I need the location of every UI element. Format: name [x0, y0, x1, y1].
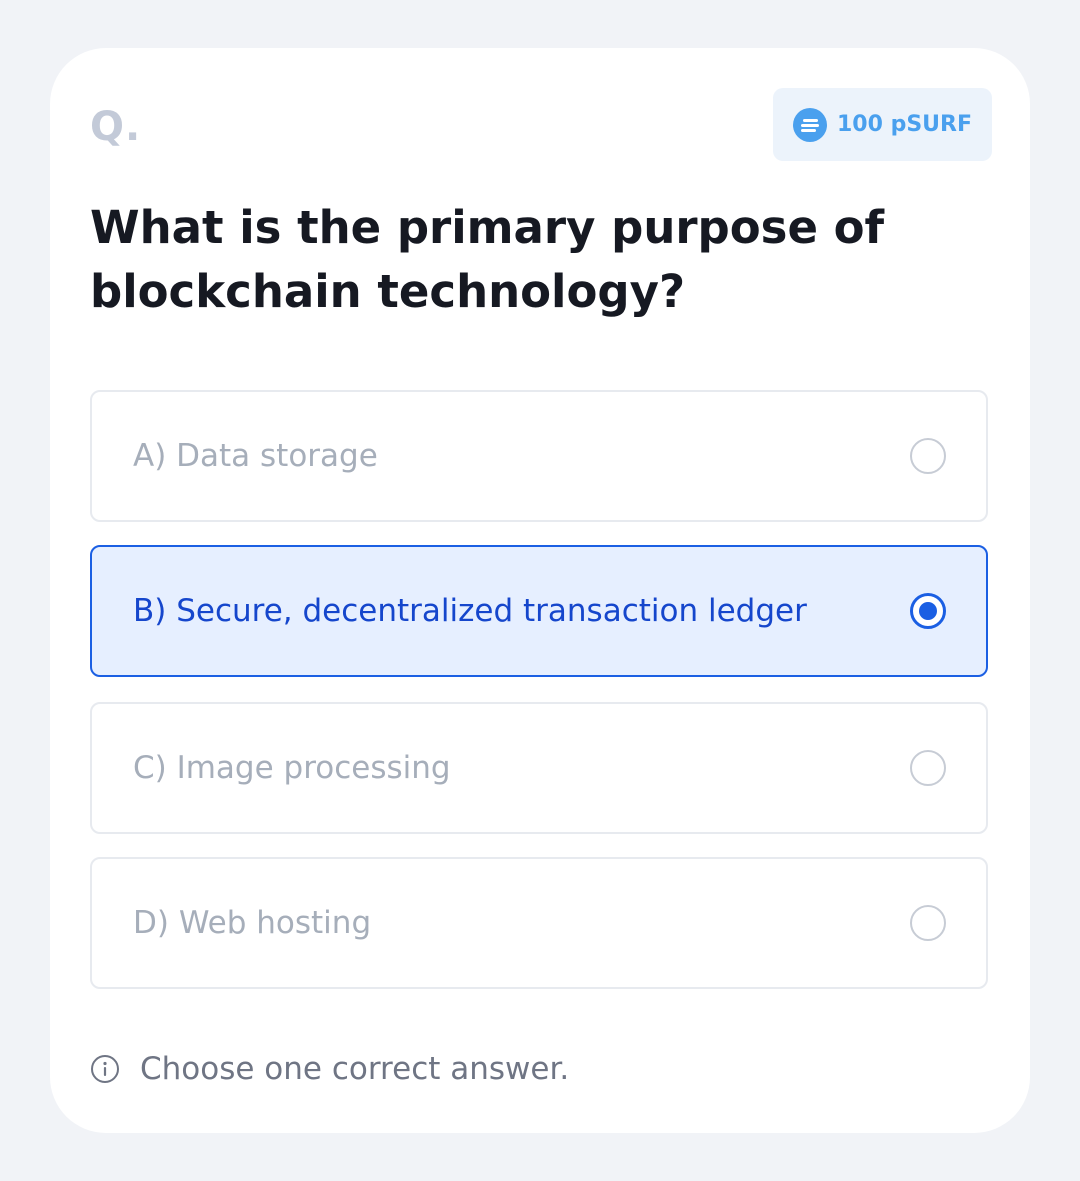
- option-a-label: A) Data storage: [133, 438, 378, 474]
- question-prefix: Q.: [90, 104, 142, 150]
- option-c-radio[interactable]: [910, 750, 946, 786]
- option-c-label: C) Image processing: [133, 750, 451, 786]
- coin-icon: [792, 107, 827, 142]
- option-b[interactable]: B) Secure, decentralized transaction led…: [90, 545, 988, 677]
- hint-text: Choose one correct answer.: [140, 1051, 570, 1087]
- option-d-radio[interactable]: [910, 905, 946, 941]
- option-a-radio[interactable]: [910, 438, 946, 474]
- reward-amount: 100 pSURF: [836, 112, 972, 137]
- option-d-label: D) Web hosting: [133, 905, 372, 941]
- question-text: What is the primary purpose of blockchai…: [90, 201, 885, 318]
- info-icon: [91, 1055, 119, 1083]
- quiz-card: Q. 100 pSURF What is the primary purpose…: [50, 48, 1030, 1133]
- reward-badge: 100 pSURF: [773, 88, 992, 161]
- option-c[interactable]: C) Image processing: [90, 702, 988, 834]
- option-b-label: B) Secure, decentralized transaction led…: [133, 593, 807, 629]
- hint: Choose one correct answer.: [90, 1051, 569, 1087]
- option-b-radio[interactable]: [910, 593, 946, 629]
- option-d[interactable]: D) Web hosting: [90, 857, 988, 989]
- option-a[interactable]: A) Data storage: [90, 390, 988, 522]
